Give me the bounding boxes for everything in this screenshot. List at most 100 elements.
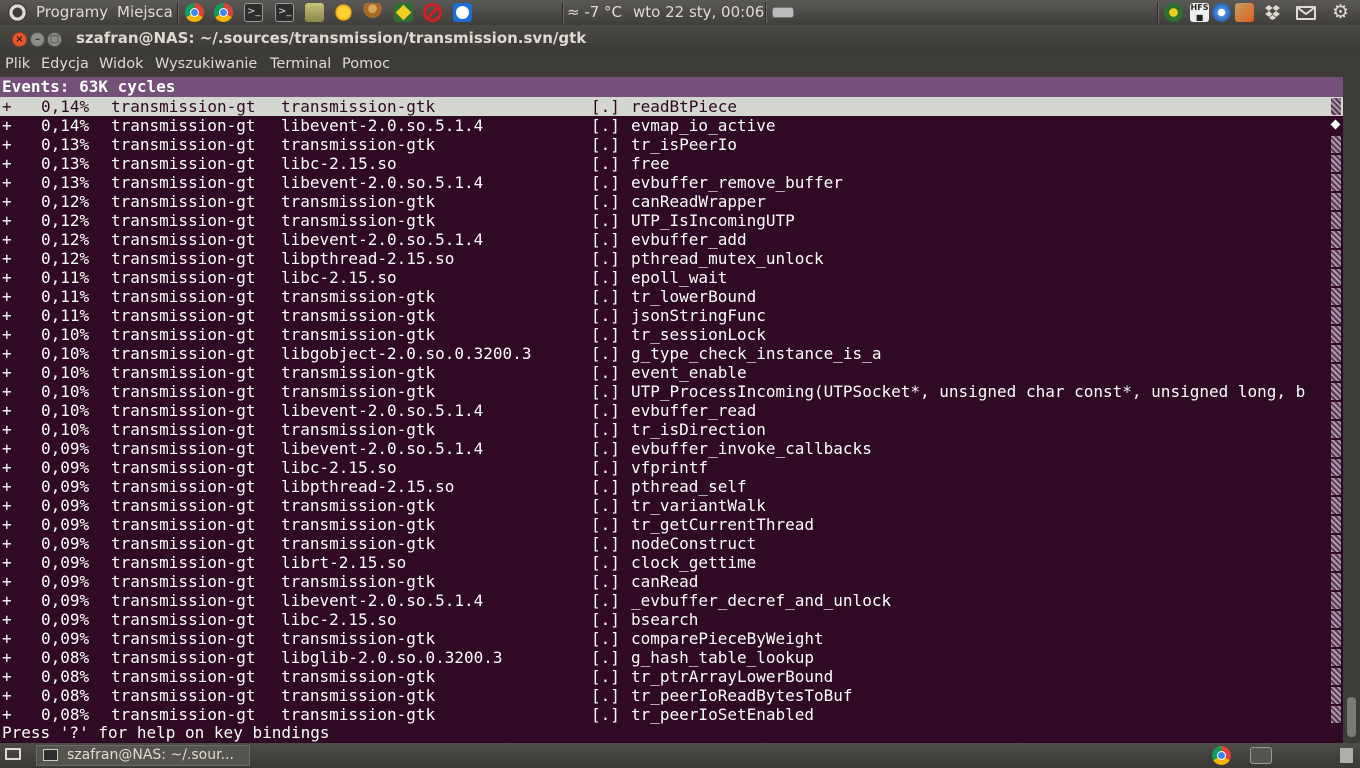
row-command: transmission-gt [111,591,256,610]
programs-menu[interactable]: Programy [36,0,108,25]
row-shared-object: libc-2.15.so [281,458,397,477]
menu-file[interactable]: Plik [5,56,30,72]
table-row[interactable]: +0,09% transmission-gt transmission-gtk [.]… [0,534,1343,553]
network-icon[interactable] [1164,3,1183,22]
chrome-icon[interactable] [1212,746,1231,765]
chrome-icon[interactable] [185,3,204,22]
dropbox-icon[interactable] [1263,3,1282,22]
scroll-track-block [1331,212,1341,229]
places-menu[interactable]: Miejsca [117,0,173,25]
scroll-track-block [1331,516,1341,533]
row-expand: + [2,515,12,534]
table-row[interactable]: +0,12% transmission-gt transmission-gtk [.]… [0,192,1343,211]
table-row[interactable]: +0,11% transmission-gt libc-2.15.so [.] epol… [0,268,1343,287]
table-row[interactable]: +0,12% transmission-gt libevent-2.0.so.5.1… [0,230,1343,249]
row-level: [.] [591,116,620,135]
menu-edit[interactable]: Edycja [41,56,89,72]
table-row[interactable]: +0,08% transmission-gt transmission-gtk [.]… [0,667,1343,686]
table-row[interactable]: +0,09% transmission-gt transmission-gtk [.]… [0,572,1343,591]
row-expand: + [2,629,12,648]
terminal-icon[interactable]: >_ [275,3,294,22]
table-row[interactable]: +0,13% transmission-gt libevent-2.0.so.5.1… [0,173,1343,192]
row-symbol: vfprintf [631,458,709,477]
table-row[interactable]: +0,09% transmission-gt libc-2.15.so [.] bsea… [0,610,1343,629]
table-row[interactable]: +0,09% transmission-gt libpthread-2.15.so [… [0,477,1343,496]
table-row[interactable]: +0,13% transmission-gt libc-2.15.so [.] free [0,154,1343,173]
gear-icon[interactable]: ⚙ [1331,3,1350,22]
network-icon[interactable] [1212,3,1231,22]
row-overhead: 0,13% [41,173,90,192]
table-row[interactable]: +0,09% transmission-gt libevent-2.0.so.5.1… [0,591,1343,610]
file-manager-icon[interactable] [305,3,324,22]
table-row[interactable]: +0,11% transmission-gt transmission-gtk [.]… [0,306,1343,325]
row-expand: + [2,439,12,458]
terminal-scrollbar[interactable] [1343,77,1360,743]
terminal-area[interactable]: Events: 63K cycles +0,14% transmission-gt… [0,77,1343,743]
table-row[interactable]: +0,10% transmission-gt libgobject-2.0.so.0… [0,344,1343,363]
window-title: szafran@NAS: ~/.sources/transmission/tra… [76,29,587,47]
table-row[interactable]: +0,10% transmission-gt transmission-gtk [.]… [0,325,1343,344]
update-icon[interactable] [1235,3,1254,22]
close-button[interactable]: × [12,32,27,47]
teamviewer-icon[interactable] [453,3,472,22]
row-command: transmission-gt [111,192,256,211]
weather-indicator[interactable]: ≈ -7 °C [567,0,622,25]
table-row[interactable]: +0,10% transmission-gt transmission-gtk [.]… [0,382,1343,401]
table-row[interactable]: +0,09% transmission-gt libc-2.15.so [.] vfpr… [0,458,1343,477]
row-symbol: tr_lowerBound [631,287,757,306]
table-row[interactable]: +0,08% transmission-gt libglib-2.0.so.0.32… [0,648,1343,667]
row-shared-object: transmission-gtk [281,306,436,325]
menu-view[interactable]: Widok [99,56,144,72]
chrome-icon[interactable] [214,3,233,22]
table-row[interactable]: +0,08% transmission-gt transmission-gtk [.]… [0,686,1343,705]
stop-icon[interactable] [423,3,442,22]
row-expand: + [2,116,12,135]
ubuntu-logo-icon[interactable] [8,3,27,22]
row-symbol: canReadWrapper [631,192,766,211]
window-titlebar[interactable]: szafran@NAS: ~/.sources/transmission/tra… [0,25,1360,52]
table-row[interactable]: +0,12% transmission-gt transmission-gtk [.]… [0,211,1343,230]
maximize-button[interactable]: □ [47,32,62,47]
table-row[interactable]: +0,12% transmission-gt libpthread-2.15.so [… [0,249,1343,268]
terminal-icon[interactable]: >_ [244,3,263,22]
menu-help[interactable]: Pomoc [342,56,390,72]
row-overhead: 0,10% [41,363,90,382]
table-row[interactable]: +0,09% transmission-gt librt-2.15.so [.] clo… [0,553,1343,572]
row-command: transmission-gt [111,705,256,724]
table-row[interactable]: +0,14% transmission-gt libevent-2.0.so.5.1… [0,116,1343,135]
row-command: transmission-gt [111,97,256,116]
table-row[interactable]: +0,09% transmission-gt transmission-gtk [.]… [0,629,1343,648]
table-row[interactable]: +0,10% transmission-gt libevent-2.0.so.5.1… [0,401,1343,420]
monk-icon[interactable] [363,3,382,22]
scrollbar-thumb[interactable] [1347,697,1356,737]
sun-icon[interactable] [334,3,353,22]
hfs-icon[interactable]: HFS ■ [1190,3,1209,22]
table-row[interactable]: +0,09% transmission-gt libevent-2.0.so.5.1… [0,439,1343,458]
row-level: [.] [591,629,620,648]
table-row[interactable]: +0,14% transmission-gt transmission-gtk [.]… [0,97,1343,116]
row-overhead: 0,09% [41,534,90,553]
row-command: transmission-gt [111,401,256,420]
row-expand: + [2,173,12,192]
trash-icon[interactable] [1340,748,1353,763]
menu-search[interactable]: Wyszukiwanie [155,56,257,72]
row-shared-object: libevent-2.0.so.5.1.4 [281,439,484,458]
menu-terminal[interactable]: Terminal [270,56,331,72]
keyboard-icon[interactable] [772,7,794,18]
table-row[interactable]: +0,09% transmission-gt transmission-gtk [.]… [0,496,1343,515]
terminal-icon[interactable] [1250,747,1272,764]
clock[interactable]: wto 22 sty, 00:06 [633,0,764,25]
table-row[interactable]: +0,10% transmission-gt transmission-gtk [.]… [0,363,1343,382]
row-overhead: 0,09% [41,477,90,496]
mail-icon[interactable] [1296,6,1316,20]
show-desktop-icon[interactable] [5,748,21,760]
table-row[interactable]: +0,13% transmission-gt transmission-gtk [.]… [0,135,1343,154]
network-icon[interactable] [394,3,413,22]
scroll-track-block [1331,459,1341,476]
minimize-button[interactable]: – [30,32,45,47]
table-row[interactable]: +0,10% transmission-gt transmission-gtk [.]… [0,420,1343,439]
table-row[interactable]: +0,09% transmission-gt transmission-gtk [.]… [0,515,1343,534]
table-row[interactable]: +0,08% transmission-gt transmission-gtk [.]… [0,705,1343,724]
taskbar-window-button[interactable]: szafran@NAS: ~/.sour... [36,745,250,766]
table-row[interactable]: +0,11% transmission-gt transmission-gtk [.]… [0,287,1343,306]
